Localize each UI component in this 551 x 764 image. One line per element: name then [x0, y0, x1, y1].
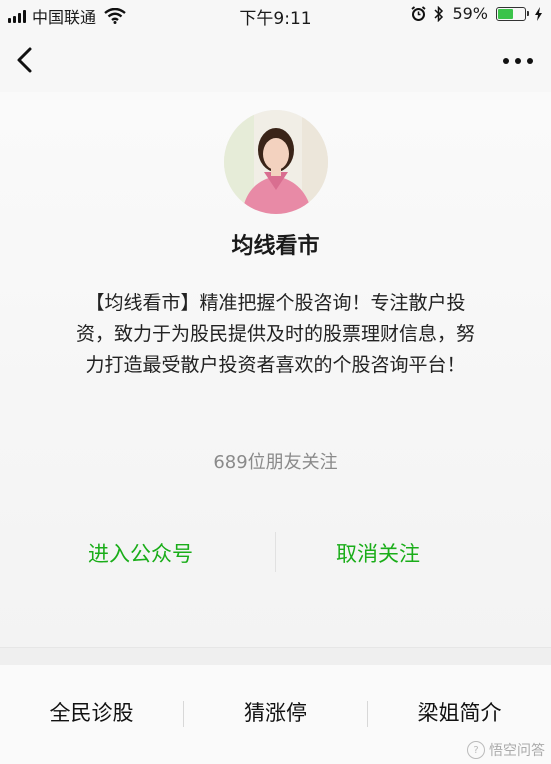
profile-section: 均线看市 【均线看市】精准把握个股咨询！专注散户投资，致力于为股民提供及时的股票…	[0, 92, 551, 647]
bottom-menu: 全民诊股 猜涨停 梁姐简介 ? 悟空问答	[0, 665, 551, 764]
watermark-text: 悟空问答	[489, 743, 545, 759]
nav-bar	[0, 30, 551, 92]
action-row: 进入公众号 取消关注	[0, 532, 551, 572]
watermark-logo-icon: ?	[467, 741, 485, 759]
more-dots-icon[interactable]	[503, 58, 533, 64]
menu-item-diagnose-stocks[interactable]: 全民诊股	[0, 697, 183, 727]
action-divider	[275, 532, 276, 572]
chevron-left-icon[interactable]	[12, 44, 40, 76]
watermark: ? 悟空问答	[467, 740, 545, 760]
charging-icon	[535, 6, 542, 21]
section-separator	[0, 647, 551, 665]
avatar	[224, 110, 328, 214]
battery-percent: 59%	[452, 4, 488, 23]
battery-fill	[498, 8, 513, 19]
follower-count: 689位朋友关注	[213, 452, 338, 473]
unfollow-button[interactable]: 取消关注	[336, 538, 420, 568]
menu-item-guess-limit-up[interactable]: 猜涨停	[184, 697, 367, 727]
alarm-icon	[411, 6, 426, 21]
bluetooth-icon	[434, 5, 444, 22]
menu-item-intro[interactable]: 梁姐简介	[368, 697, 551, 727]
status-bar: 中国联通 下午9:11 59%	[0, 0, 551, 30]
account-description: 【均线看市】精准把握个股咨询！专注散户投资，致力于为股民提供及时的股票理财信息，…	[75, 292, 475, 376]
battery-icon	[496, 6, 529, 21]
status-right: 59%	[411, 4, 543, 23]
enter-account-button[interactable]: 进入公众号	[88, 538, 193, 568]
account-name: 均线看市	[231, 234, 320, 259]
